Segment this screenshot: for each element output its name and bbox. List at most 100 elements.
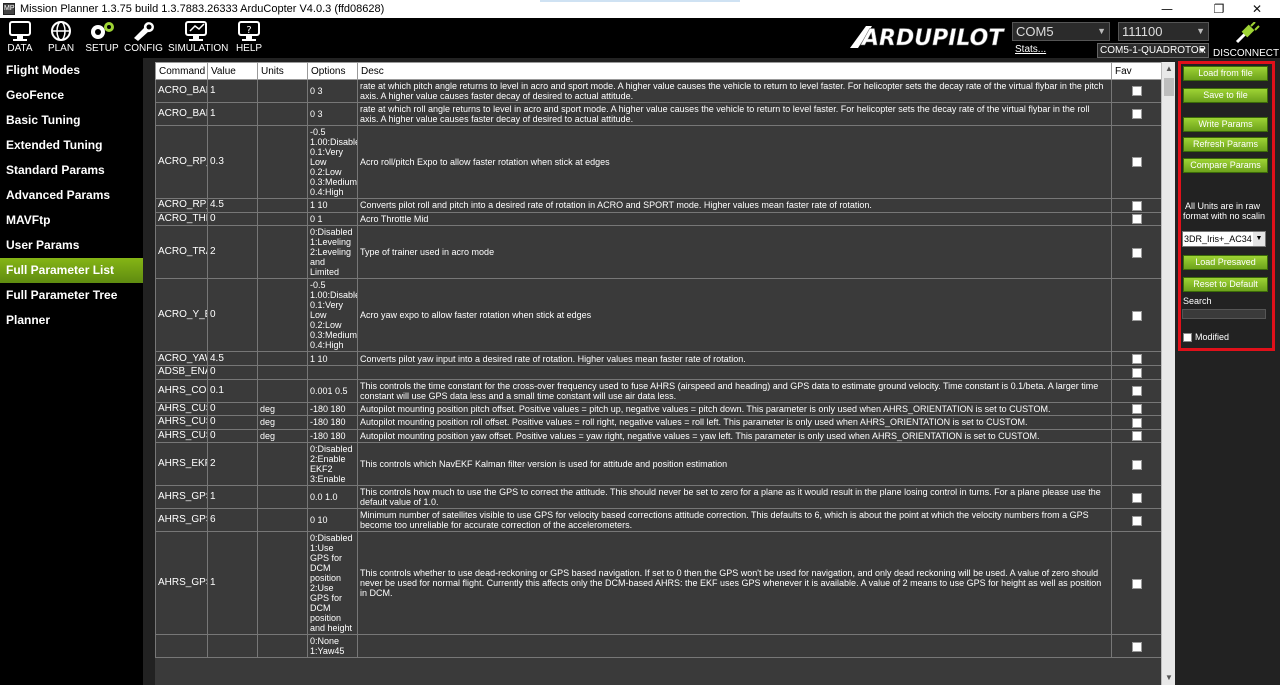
com-port-select[interactable]: COM5 ▼: [1012, 22, 1110, 41]
table-row[interactable]: AHRS_GPS 6 0 10 Minimum number of satellite…: [155, 508, 1162, 533]
fav-checkbox[interactable]: [1131, 515, 1142, 526]
fav-checkbox[interactable]: [1131, 431, 1142, 442]
table-row[interactable]: ACRO_Y_E 0 -0.5 1.00:Disable 0.1:Very Low …: [155, 278, 1162, 353]
data-button[interactable]: DATA: [4, 20, 36, 58]
column-header-desc[interactable]: Desc: [357, 62, 1112, 80]
sidebar-item-full-parameter-tree[interactable]: Full Parameter Tree: [0, 283, 143, 308]
setup-button[interactable]: SETUP: [85, 20, 119, 58]
stats-link[interactable]: Stats...: [1015, 44, 1046, 55]
value-cell[interactable]: 1: [207, 102, 258, 126]
value-cell[interactable]: 2: [207, 442, 258, 487]
sidebar-item-full-parameter-list[interactable]: Full Parameter List: [0, 258, 151, 283]
fav-checkbox[interactable]: [1131, 214, 1142, 225]
sidebar-item-advanced-params[interactable]: Advanced Params: [0, 183, 143, 208]
config-button[interactable]: CONFIG: [124, 20, 163, 58]
sidebar-item-user-params[interactable]: User Params: [0, 233, 143, 258]
value-cell[interactable]: 0.3: [207, 125, 258, 199]
grid-scrollbar[interactable]: ▲ ▼: [1161, 62, 1175, 685]
fav-checkbox[interactable]: [1131, 353, 1142, 364]
value-cell[interactable]: 0: [207, 211, 258, 227]
fav-checkbox[interactable]: [1131, 417, 1142, 428]
modified-checkbox-box[interactable]: [1183, 332, 1192, 342]
preset-select[interactable]: 3DR_Iris+_AC34 ▼: [1182, 231, 1266, 247]
fav-checkbox[interactable]: [1131, 404, 1142, 415]
fav-checkbox[interactable]: [1131, 385, 1142, 396]
simulation-button[interactable]: SIMULATION: [168, 20, 228, 58]
modified-checkbox[interactable]: Modified: [1183, 332, 1229, 342]
column-header-value[interactable]: Value: [207, 62, 258, 80]
compare-params-button[interactable]: Compare Params: [1183, 158, 1268, 173]
value-cell[interactable]: 4.5: [207, 198, 258, 213]
value-cell[interactable]: 1: [207, 485, 258, 510]
fav-checkbox[interactable]: [1131, 641, 1142, 652]
fav-checkbox[interactable]: [1131, 310, 1142, 321]
table-row[interactable]: 0:None 1:Yaw45: [155, 634, 1162, 659]
scroll-thumb[interactable]: [1164, 78, 1174, 96]
table-row[interactable]: ACRO_TRA 2 0:Disabled 1:Leveling 2:Levelin…: [155, 225, 1162, 280]
fav-checkbox[interactable]: [1131, 578, 1142, 589]
fav-checkbox[interactable]: [1131, 367, 1142, 378]
save-to-file-button[interactable]: Save to file: [1183, 88, 1268, 103]
table-row[interactable]: AHRS_COM0.1 0.001 0.5This controls the ti…: [155, 378, 1162, 403]
vehicle-select[interactable]: COM5-1-QUADROTOR ▼: [1097, 43, 1209, 58]
search-input[interactable]: [1182, 309, 1266, 319]
table-row[interactable]: AHRS_CUS 0 deg -180 180 Autopilot mounting p…: [155, 428, 1162, 444]
value-cell[interactable]: 0.1: [207, 378, 258, 403]
fav-checkbox[interactable]: [1131, 247, 1142, 258]
table-row[interactable]: AHRS_GPS 1 0:Disabled 1:Use GPS for DCM po…: [155, 531, 1162, 636]
value-cell[interactable]: 0: [207, 415, 258, 430]
value-cell[interactable]: 2: [207, 225, 258, 280]
baud-rate-select[interactable]: 111100 ▼: [1118, 22, 1209, 41]
sidebar-item-extended-tuning[interactable]: Extended Tuning: [0, 133, 143, 158]
fav-checkbox[interactable]: [1131, 492, 1142, 503]
sidebar-item-flight-modes[interactable]: Flight Modes: [0, 58, 143, 83]
scroll-up-icon[interactable]: ▲: [1162, 62, 1175, 76]
value-cell[interactable]: 0: [207, 364, 258, 380]
table-row[interactable]: ACRO_BAL 1 0 3 rate at which pitch angle re…: [155, 79, 1162, 103]
load-from-file-button[interactable]: Load from file: [1183, 66, 1268, 81]
column-header-units[interactable]: Units: [257, 62, 308, 80]
value-cell[interactable]: 1: [207, 531, 258, 636]
column-header-command[interactable]: Command: [155, 62, 208, 80]
table-row[interactable]: ACRO_RP_ 4.5 1 10 Converts pilot roll and p…: [155, 198, 1162, 213]
sidebar-item-standard-params[interactable]: Standard Params: [0, 158, 143, 183]
sidebar-item-mavftp[interactable]: MAVFtp: [0, 208, 143, 233]
disconnect-button[interactable]: DISCONNECT: [1213, 21, 1279, 59]
value-cell[interactable]: 0: [207, 428, 258, 444]
help-button[interactable]: ? HELP: [234, 20, 264, 58]
sidebar-item-planner[interactable]: Planner: [0, 308, 143, 333]
scroll-down-icon[interactable]: ▼: [1162, 671, 1175, 685]
write-params-button[interactable]: Write Params: [1183, 117, 1268, 132]
table-row[interactable]: ACRO_RP_ 0.3 -0.5 1.00:Disable 0.1:Very Lo…: [155, 125, 1162, 199]
minimize-button[interactable]: —: [1144, 0, 1190, 18]
fav-checkbox[interactable]: [1131, 459, 1142, 470]
fav-checkbox[interactable]: [1131, 200, 1142, 211]
table-row[interactable]: AHRS_EKF 2 0:Disabled 2:Enable EKF2 3:Enab…: [155, 442, 1162, 487]
value-cell[interactable]: 6: [207, 508, 258, 533]
load-presaved-button[interactable]: Load Presaved: [1183, 255, 1268, 270]
table-row[interactable]: ADSB_ENA 0: [155, 364, 1162, 380]
refresh-params-button[interactable]: Refresh Params: [1183, 137, 1268, 152]
value-cell[interactable]: 0: [207, 278, 258, 353]
window-titlebar: MP Mission Planner 1.3.75 build 1.3.7883…: [0, 0, 1280, 18]
value-cell[interactable]: 1: [207, 79, 258, 103]
table-row[interactable]: AHRS_CUS 0 deg -180 180 Autopilot mounting p…: [155, 401, 1162, 417]
table-row[interactable]: AHRS_GPS 1 0.0 1.0 This controls how much t…: [155, 485, 1162, 510]
column-header-options[interactable]: Options: [307, 62, 358, 80]
table-row[interactable]: ACRO_YAW4.5 1 10Converts pilot yaw input …: [155, 351, 1162, 366]
close-button[interactable]: ✕: [1234, 0, 1280, 18]
table-row[interactable]: ACRO_THR0 0 1Acro Throttle Mid: [155, 211, 1162, 227]
plan-button[interactable]: PLAN: [44, 20, 78, 58]
column-header-fav[interactable]: Fav: [1111, 62, 1162, 80]
fav-checkbox[interactable]: [1131, 109, 1142, 120]
sidebar-item-basic-tuning[interactable]: Basic Tuning: [0, 108, 143, 133]
fav-checkbox[interactable]: [1131, 157, 1142, 168]
reset-to-default-button[interactable]: Reset to Default: [1183, 277, 1268, 292]
fav-checkbox[interactable]: [1131, 86, 1142, 97]
sidebar-item-geofence[interactable]: GeoFence: [0, 83, 143, 108]
value-cell[interactable]: 0: [207, 401, 258, 417]
value-cell[interactable]: 4.5: [207, 351, 258, 366]
value-cell[interactable]: [207, 634, 258, 659]
table-row[interactable]: AHRS_CUS 0 deg -180 180 Autopilot mounting p…: [155, 415, 1162, 430]
table-row[interactable]: ACRO_BAL 1 0 3 rate at which roll angle ret…: [155, 102, 1162, 126]
